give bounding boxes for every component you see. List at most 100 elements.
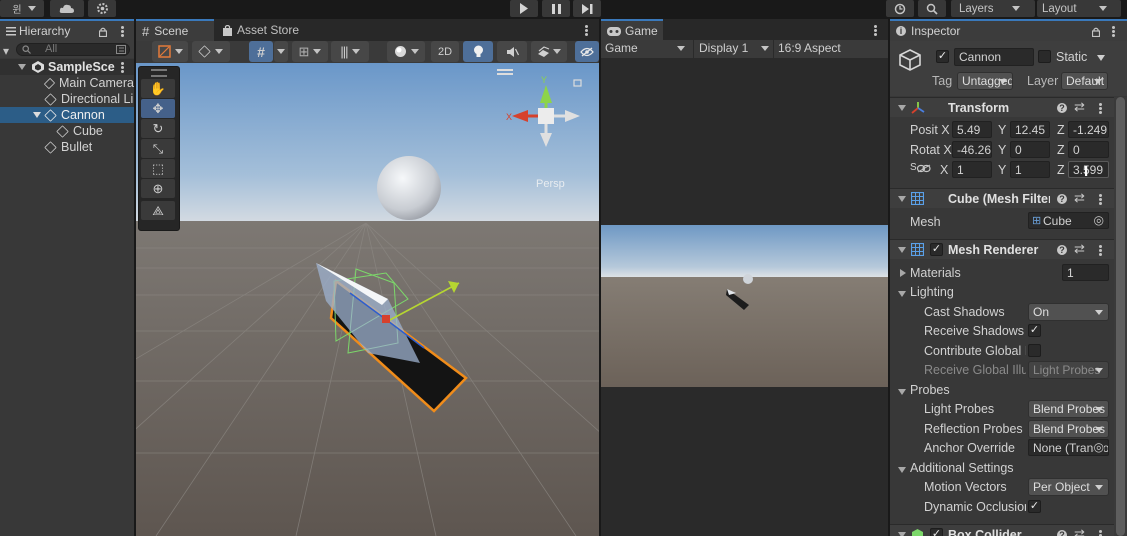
cloud-button[interactable] bbox=[50, 0, 84, 17]
box-collider-header[interactable]: ✓ Box Collider ? ⇄ bbox=[890, 524, 1126, 536]
expand-icon[interactable] bbox=[33, 112, 41, 118]
component-menu-icon[interactable] bbox=[1099, 103, 1102, 114]
collapse-icon[interactable] bbox=[898, 532, 906, 536]
expand-icon[interactable] bbox=[18, 64, 26, 70]
collapse-icon[interactable] bbox=[898, 389, 906, 395]
component-menu-icon[interactable] bbox=[1099, 194, 1102, 205]
box-collider-enabled-checkbox[interactable]: ✓ bbox=[930, 528, 943, 536]
static-checkbox[interactable] bbox=[1038, 50, 1051, 63]
rotation-y-field[interactable]: 0 bbox=[1010, 141, 1050, 158]
rotation-label[interactable]: Rotat X bbox=[910, 143, 952, 157]
lighting-toggle[interactable] bbox=[463, 41, 493, 62]
mesh-object-field[interactable]: ⊞ Cube ◎ bbox=[1028, 212, 1109, 229]
grid-snap-dropdown[interactable] bbox=[274, 41, 288, 62]
scale-x-field[interactable]: 1 bbox=[952, 161, 992, 178]
presets-icon[interactable]: ⇄ bbox=[1074, 190, 1085, 206]
custom-tool[interactable]: ⟁ bbox=[141, 201, 175, 220]
expand-icon[interactable] bbox=[900, 269, 906, 277]
position-z-field[interactable]: -1.249 bbox=[1068, 121, 1109, 138]
grid-visibility-dropdown[interactable]: ⊞ bbox=[292, 41, 328, 62]
anchor-override-field[interactable]: None (Transform) ◎ bbox=[1028, 439, 1109, 456]
draw-mode-dropdown[interactable] bbox=[152, 41, 188, 62]
help-icon[interactable]: ? bbox=[1057, 194, 1067, 204]
reflection-probes-dropdown[interactable]: Blend Probes bbox=[1028, 420, 1109, 438]
step-button[interactable] bbox=[573, 0, 601, 17]
lock-icon[interactable] bbox=[99, 27, 107, 37]
lock-icon[interactable] bbox=[1092, 27, 1100, 37]
game-viewport[interactable] bbox=[601, 225, 888, 387]
collapse-icon[interactable] bbox=[898, 247, 906, 253]
component-menu-icon[interactable] bbox=[1099, 245, 1102, 256]
layers-dropdown[interactable]: Layers bbox=[951, 0, 1035, 17]
collab-button[interactable] bbox=[88, 0, 116, 17]
pause-button[interactable] bbox=[542, 0, 570, 17]
layer-dropdown[interactable]: Default bbox=[1061, 72, 1108, 90]
help-icon[interactable]: ? bbox=[1057, 103, 1067, 113]
increment-snap-dropdown[interactable]: ||| bbox=[331, 41, 369, 62]
link-icon[interactable] bbox=[917, 164, 931, 173]
collapse-icon[interactable] bbox=[898, 291, 906, 297]
scale-y-field[interactable]: 1 bbox=[1010, 161, 1050, 178]
transform-tool[interactable]: ⊕ bbox=[141, 179, 175, 198]
scale-label[interactable]: S bbox=[910, 162, 917, 173]
drag-handle-icon[interactable] bbox=[151, 69, 167, 77]
persp-label[interactable]: Persp bbox=[536, 178, 565, 190]
rotate-tool[interactable]: ↻ bbox=[141, 119, 175, 138]
rotation-z-label[interactable]: Z bbox=[1057, 143, 1065, 157]
materials-label[interactable]: Materials bbox=[910, 266, 961, 280]
hierarchy-search-input[interactable]: All bbox=[16, 43, 130, 56]
motion-vectors-dropdown[interactable]: Per Object bbox=[1028, 478, 1109, 496]
probes-label[interactable]: Probes bbox=[910, 383, 950, 397]
component-menu-icon[interactable] bbox=[1099, 530, 1102, 536]
list-item-selected[interactable]: Cannon bbox=[0, 107, 134, 123]
presets-icon[interactable]: ⇄ bbox=[1074, 241, 1085, 257]
rotation-y-label[interactable]: Y bbox=[998, 143, 1006, 157]
position-z-label[interactable]: Z bbox=[1057, 123, 1065, 137]
audio-toggle[interactable] bbox=[497, 41, 527, 62]
move-tool[interactable]: ✥ bbox=[141, 99, 175, 118]
view-tool[interactable]: ✋ bbox=[141, 79, 175, 98]
inspector-scrollbar[interactable] bbox=[1114, 97, 1127, 536]
play-button[interactable] bbox=[510, 0, 538, 17]
position-label[interactable]: Posit X bbox=[910, 123, 950, 137]
filter-icon[interactable] bbox=[116, 45, 127, 55]
help-icon[interactable]: ? bbox=[1057, 245, 1067, 255]
collapse-icon[interactable] bbox=[898, 467, 906, 473]
inspector-menu-icon[interactable] bbox=[1112, 26, 1115, 37]
search-button[interactable] bbox=[918, 0, 946, 17]
rect-tool[interactable]: ⬚ bbox=[141, 159, 175, 178]
display-dropdown[interactable]: Display 1 bbox=[693, 40, 773, 58]
position-y-field[interactable]: 12.45 bbox=[1010, 121, 1050, 138]
grid-snap-toggle[interactable]: # bbox=[249, 41, 273, 62]
scale-x-label[interactable]: X bbox=[940, 163, 948, 177]
hierarchy-menu-icon[interactable] bbox=[121, 26, 124, 37]
scene-visibility-toggle[interactable] bbox=[575, 41, 599, 62]
scene-viewport[interactable]: Y X Persp bbox=[136, 63, 599, 536]
aspect-dropdown[interactable]: 16:9 Aspect bbox=[773, 40, 888, 58]
effects-dropdown[interactable] bbox=[531, 41, 567, 62]
contribute-gi-checkbox[interactable] bbox=[1028, 344, 1041, 357]
scale-tool[interactable]: ⤡ bbox=[141, 139, 175, 158]
scale-y-label[interactable]: Y bbox=[998, 163, 1006, 177]
tab-inspector[interactable]: i Inspector bbox=[890, 19, 1127, 41]
game-mode-dropdown[interactable]: Game bbox=[605, 41, 687, 57]
game-menu-icon[interactable] bbox=[874, 25, 877, 36]
position-x-field[interactable]: 5.49 bbox=[952, 121, 992, 138]
tab-game[interactable]: Game bbox=[601, 19, 663, 41]
list-item[interactable]: Cube bbox=[0, 123, 134, 139]
account-dropdown[interactable]: 윈 bbox=[0, 0, 44, 17]
layout-dropdown[interactable]: Layout bbox=[1037, 0, 1121, 17]
active-checkbox[interactable]: ✓ bbox=[936, 50, 949, 63]
scene-menu-icon[interactable] bbox=[121, 62, 124, 73]
list-item[interactable]: Main Camera bbox=[0, 75, 134, 91]
tag-dropdown[interactable]: Untagged bbox=[957, 72, 1013, 90]
scrollbar-thumb[interactable] bbox=[1116, 97, 1125, 536]
scale-z-label[interactable]: Z bbox=[1057, 163, 1065, 177]
static-dropdown-icon[interactable] bbox=[1097, 55, 1105, 61]
position-y-label[interactable]: Y bbox=[998, 123, 1006, 137]
additional-settings-label[interactable]: Additional Settings bbox=[910, 461, 1014, 475]
receive-shadows-checkbox[interactable]: ✓ bbox=[1028, 324, 1041, 337]
rotation-z-field[interactable]: 0 bbox=[1068, 141, 1109, 158]
sphere-dropdown[interactable] bbox=[387, 41, 425, 62]
object-name-field[interactable]: Cannon bbox=[954, 48, 1034, 66]
